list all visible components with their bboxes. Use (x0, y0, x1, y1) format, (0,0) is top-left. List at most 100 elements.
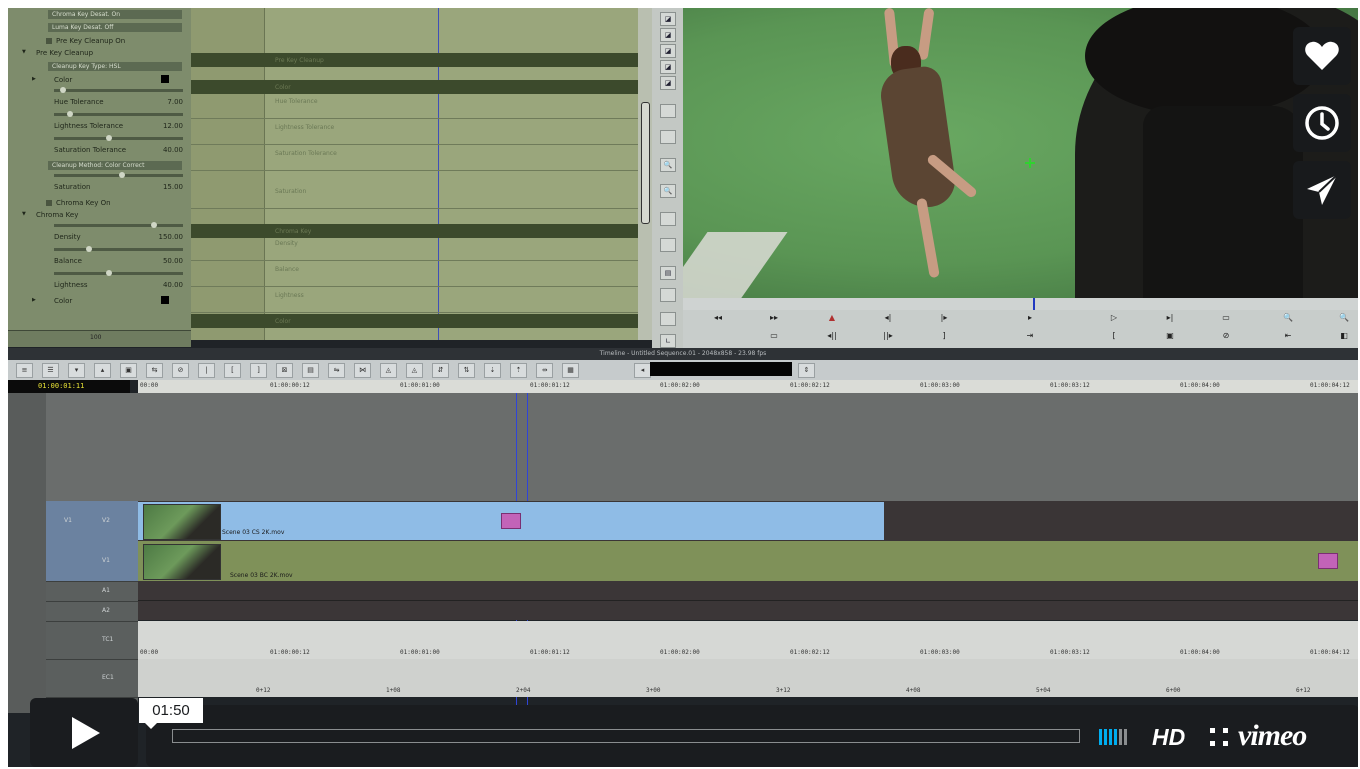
timeline-timecode[interactable]: 01:00:01:11 (8, 380, 130, 393)
param-color-row[interactable]: ▶ Color (8, 75, 191, 86)
disclosure-triangle-icon[interactable]: ▼ (22, 211, 26, 217)
disclosure-triangle-icon[interactable]: ▼ (22, 49, 26, 55)
timeline-tool-icon[interactable]: ⇸ (536, 363, 553, 378)
timeline-tool-icon[interactable]: ] (250, 363, 267, 378)
param-slider-row[interactable]: Hue Tolerance 7.00 (8, 87, 191, 109)
param-slider[interactable] (54, 87, 183, 93)
timeline-tool-icon[interactable]: ⋈ (354, 363, 371, 378)
timeline-tool-icon[interactable]: ◬ (380, 363, 397, 378)
param-slider-row[interactable]: Saturation 15.00 (8, 172, 191, 194)
param-section[interactable]: ▼ Chroma Key (8, 210, 191, 221)
keyframe-scrollbar[interactable] (638, 8, 652, 340)
viewer-position-bar[interactable] (683, 298, 1358, 310)
disclosure-triangle-icon[interactable]: ▶ (32, 297, 36, 303)
hd-toggle[interactable]: HD (1152, 724, 1185, 751)
slider-knob[interactable] (66, 111, 73, 117)
timeline-tool-icon[interactable]: ▣ (120, 363, 137, 378)
play-icon[interactable]: ▸ (1021, 311, 1039, 325)
param-slider[interactable] (54, 222, 183, 228)
keyframe-icon[interactable]: ∟ (660, 334, 676, 348)
color-swatch[interactable] (161, 296, 169, 304)
render-icon[interactable]: ◧ (1335, 329, 1353, 343)
timeline-tool-icon[interactable]: ◬ (406, 363, 423, 378)
track-source-label[interactable]: V1 (64, 517, 72, 524)
mark-out-icon[interactable]: ] (935, 329, 953, 343)
step-forward-icon[interactable]: |▸ (935, 311, 953, 325)
checkbox-icon[interactable] (46, 200, 52, 206)
edgecode-track[interactable]: 0+12 1+08 2+04 3+00 3+12 4+08 5+04 6+00 6+12 (138, 659, 1358, 697)
track-v2[interactable]: Scene 03 CS 2K.mov (138, 501, 1358, 541)
checkbox-icon[interactable] (46, 38, 52, 44)
hand-icon[interactable] (660, 212, 676, 226)
track-label[interactable]: A1 (102, 587, 110, 594)
track-label[interactable]: EC1 (102, 674, 114, 681)
timeline-clip[interactable]: Scene 03 BC 2K.mov (138, 542, 1358, 580)
fast-forward-icon[interactable]: ▸▸ (765, 311, 783, 325)
param-slider-row[interactable]: Balance 50.00 (8, 246, 191, 268)
timeline-tool-icon[interactable]: ▤ (302, 363, 319, 378)
rewind-icon[interactable]: ◂◂ (709, 311, 727, 325)
slider-knob[interactable] (118, 172, 125, 178)
play-button[interactable] (30, 698, 138, 767)
slider-knob[interactable] (150, 222, 157, 228)
reset-icon[interactable]: ▤ (660, 266, 676, 280)
slider-knob[interactable] (105, 270, 112, 276)
timeline-tool-icon[interactable]: ⇋ (328, 363, 345, 378)
step-in-icon[interactable]: ◪ (660, 12, 676, 26)
scrollbar-thumb[interactable] (641, 102, 650, 224)
play-forward-icon[interactable]: ▷ (1105, 311, 1123, 325)
progress-bar[interactable] (172, 729, 1080, 743)
enable-icon[interactable]: ◪ (660, 76, 676, 90)
ramp-icon[interactable] (660, 238, 676, 252)
param-slider-row[interactable]: Saturation Tolerance 40.00 (8, 135, 191, 157)
mark-clip-icon[interactable]: [ (1105, 329, 1123, 343)
track-header[interactable]: A2 (46, 601, 138, 622)
param-section[interactable]: ▼ Pre Key Cleanup (8, 48, 191, 59)
timeline-tool-icon[interactable]: ⇅ (458, 363, 475, 378)
promote-icon[interactable]: ◪ (660, 60, 676, 74)
param-slider[interactable] (54, 246, 183, 252)
like-button[interactable] (1293, 27, 1351, 85)
share-button[interactable] (1293, 161, 1351, 219)
track-header[interactable]: EC1 (46, 659, 138, 698)
gang-icon[interactable]: ◪ (660, 44, 676, 58)
zoom-in-icon[interactable]: 🔍 (660, 158, 676, 172)
record-monitor[interactable] (683, 8, 1358, 298)
viewer-position-indicator[interactable] (1033, 298, 1035, 310)
audio-tool-icon[interactable]: ◂ (634, 363, 651, 378)
zoom-out-icon[interactable]: 🔍 (660, 184, 676, 198)
overwrite-icon[interactable]: ▭ (1217, 311, 1235, 325)
video-frame[interactable]: Chroma Key Desat. On Luma Key Desat. Off P… (8, 8, 1358, 767)
slider-knob[interactable] (105, 135, 112, 141)
trim-icon[interactable]: ⇤ (1279, 329, 1297, 343)
param-dropdown[interactable]: Cleanup Key Type: HSL (48, 62, 182, 71)
track-label[interactable]: TC1 (102, 636, 113, 643)
track-header[interactable]: A1 (46, 581, 138, 602)
track-label[interactable]: V2 (102, 517, 110, 524)
timeline-tool-icon[interactable]: ⇣ (484, 363, 501, 378)
param-slider[interactable] (54, 111, 183, 117)
param-slider-row[interactable]: Lightness 40.00 (8, 270, 191, 292)
slider-knob[interactable] (60, 87, 67, 93)
extract-icon[interactable]: ▣ (1161, 329, 1179, 343)
track-a1[interactable] (138, 581, 1358, 601)
timeline-tool-icon[interactable]: ⇆ (146, 363, 163, 378)
track-header[interactable]: V1 V2 (46, 501, 138, 542)
param-checkbox-row[interactable]: Pre Key Cleanup On (8, 36, 191, 47)
param-dropdown[interactable]: Chroma Key Desat. On (48, 10, 182, 19)
param-slider-row[interactable]: Density 150.00 (8, 222, 191, 244)
splice-icon[interactable]: ⇥ (1021, 329, 1039, 343)
param-dropdown[interactable]: Luma Key Desat. Off (48, 23, 182, 32)
toggle-icon[interactable] (660, 130, 676, 144)
track-a2[interactable] (138, 601, 1358, 620)
color-swatch[interactable] (161, 75, 169, 83)
timeline-tool-icon[interactable]: ⇡ (510, 363, 527, 378)
grid-icon[interactable] (660, 312, 676, 326)
match-frame-icon[interactable]: ▸| (1161, 311, 1179, 325)
slider-knob[interactable] (86, 246, 93, 252)
effect-icon[interactable] (501, 513, 521, 529)
timeline-tool-icon[interactable]: ▴ (94, 363, 111, 378)
track-header[interactable]: V1 (46, 541, 138, 582)
timecode-track[interactable]: 00:00 01:00:00:12 01:00:01:00 01:00:01:12 01… (138, 621, 1358, 659)
effect-icon[interactable] (1318, 553, 1338, 569)
